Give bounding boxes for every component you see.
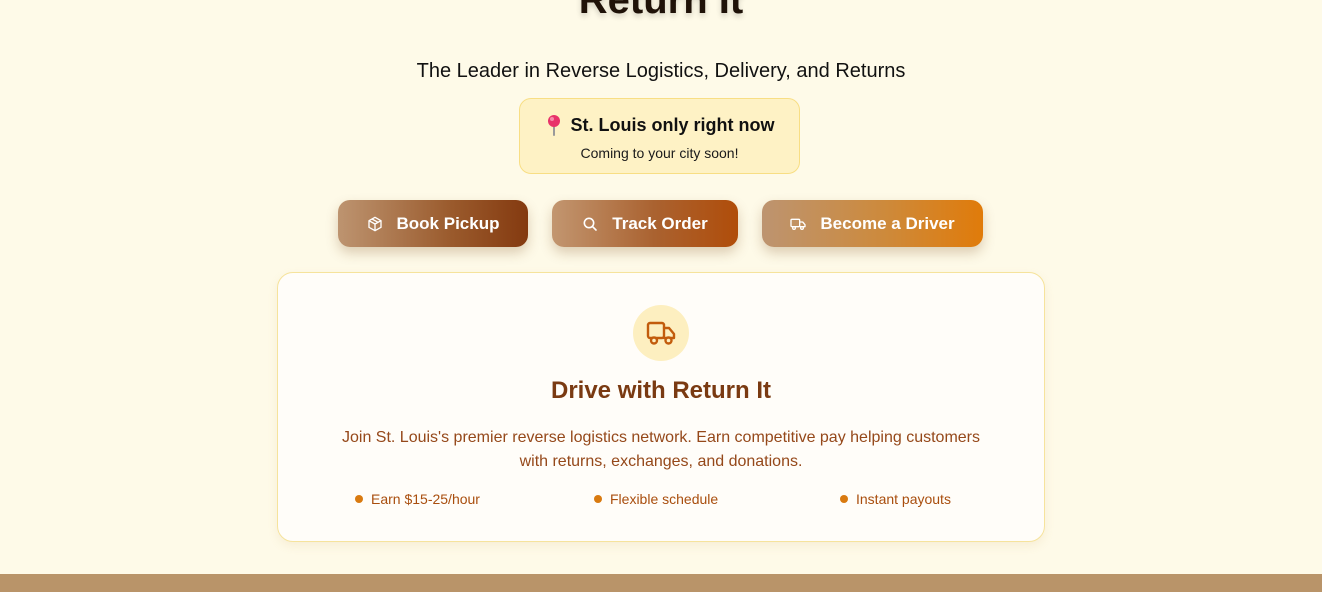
bullet-dot-icon (594, 495, 602, 503)
card-title: Drive with Return It (550, 377, 772, 404)
bullet-dot-icon (355, 495, 363, 503)
book-pickup-label: Book Pickup (396, 213, 500, 233)
truck-icon (790, 218, 807, 230)
perk-label: Instant payouts (856, 491, 951, 507)
perk-label: Flexible schedule (610, 491, 719, 507)
truck-icon (646, 321, 676, 345)
location-title: St. Louis only right now (570, 114, 775, 135)
search-icon (583, 217, 598, 231)
page-title: Return It (578, 0, 744, 22)
perk-item: Instant payouts (840, 491, 951, 507)
package-icon (367, 216, 382, 231)
book-pickup-button[interactable]: Book Pickup (338, 200, 528, 247)
perk-label: Earn $15-25/hour (371, 491, 480, 507)
location-subtitle: Coming to your city soon! (580, 145, 739, 161)
become-driver-button[interactable]: Become a Driver (762, 200, 983, 247)
map-pin-icon (547, 115, 560, 136)
perk-item: Earn $15-25/hour (355, 491, 480, 507)
location-badge: St. Louis only right now Coming to your … (519, 98, 800, 174)
truck-icon-badge (633, 305, 689, 361)
perk-item: Flexible schedule (594, 491, 718, 507)
track-order-button[interactable]: Track Order (552, 200, 738, 247)
card-description: Join St. Louis's premier reverse logisti… (342, 429, 980, 470)
bullet-dot-icon (840, 495, 848, 503)
hero-tagline: The Leader in Reverse Logistics, Deliver… (416, 60, 906, 82)
footer-bar (0, 574, 1322, 592)
become-driver-label: Become a Driver (820, 213, 955, 233)
track-order-label: Track Order (612, 213, 708, 233)
driver-card: Drive with Return It Join St. Louis's pr… (277, 272, 1045, 542)
